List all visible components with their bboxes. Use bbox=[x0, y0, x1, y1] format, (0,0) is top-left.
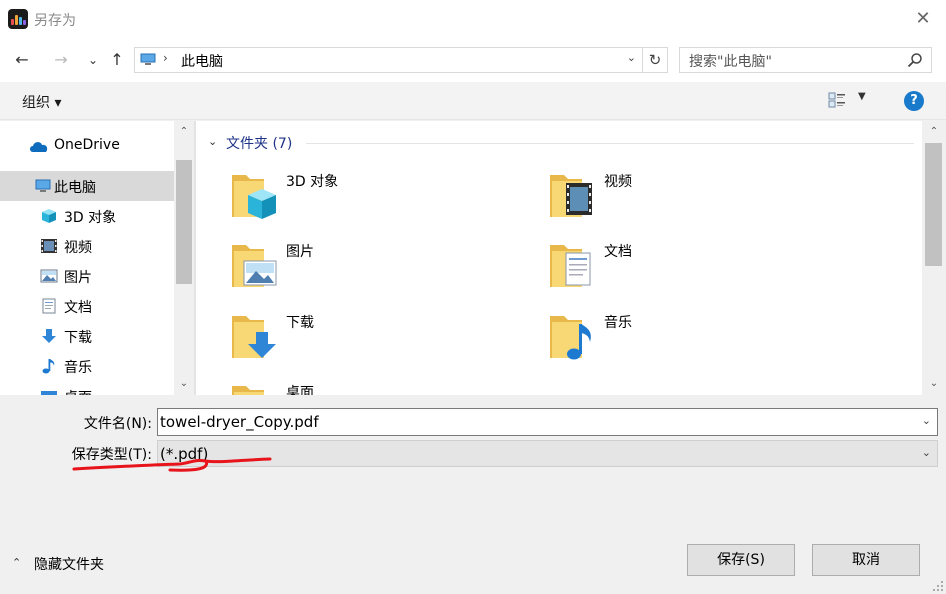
music-icon bbox=[42, 359, 55, 374]
documents-icon bbox=[42, 298, 56, 314]
file-list-scroll-up-icon[interactable]: ⌃ bbox=[924, 123, 944, 141]
up-button[interactable]: ↑ bbox=[106, 49, 128, 71]
recent-locations-button[interactable]: ⌄ bbox=[82, 49, 104, 71]
desktop-icon bbox=[41, 391, 57, 395]
file-list-scrollbar-thumb[interactable] bbox=[925, 143, 942, 266]
address-chevron[interactable]: › bbox=[163, 51, 168, 65]
save-options-panel: 文件名(N): towel-dryer_Copy.pdf ⌄ 保存类型(T): … bbox=[0, 395, 946, 594]
folder-item-label: 文档 bbox=[604, 244, 632, 260]
file-list: ⌄ 文件夹 (7) 3D 对象 视频 图片 文档 下载 音乐 桌面 bbox=[196, 121, 922, 395]
file-list-scroll-down-icon[interactable]: ⌄ bbox=[924, 375, 944, 393]
sidebar-scroll-down-icon[interactable]: ⌄ bbox=[174, 375, 194, 393]
folder-item-documents[interactable]: 文档 bbox=[548, 239, 808, 301]
3d-objects-folder-icon bbox=[232, 175, 276, 219]
documents-folder-icon bbox=[550, 245, 591, 287]
address-dropdown-icon[interactable]: ⌄ bbox=[627, 51, 636, 64]
sidebar-item-this-pc[interactable]: 此电脑 bbox=[0, 171, 174, 201]
red-underline-annotation bbox=[72, 457, 272, 472]
folder-item-label: 音乐 bbox=[604, 315, 632, 331]
videos-folder-icon bbox=[550, 175, 592, 217]
forward-button[interactable]: → bbox=[50, 49, 72, 71]
group-header-folders[interactable]: 文件夹 (7) bbox=[226, 133, 292, 153]
sidebar-item-pictures[interactable]: 图片 bbox=[0, 261, 174, 291]
sidebar-item-onedrive[interactable]: OneDrive bbox=[0, 131, 174, 161]
this-pc-icon bbox=[140, 53, 156, 65]
hide-folders-toggle[interactable]: 隐藏文件夹 bbox=[34, 554, 104, 574]
filename-dropdown-icon[interactable]: ⌄ bbox=[922, 414, 931, 427]
pictures-folder-icon bbox=[232, 245, 277, 287]
folder-item-label: 下载 bbox=[286, 315, 314, 331]
change-view-icon[interactable] bbox=[828, 92, 846, 108]
sidebar-scrollbar-thumb[interactable] bbox=[176, 160, 192, 284]
resize-grip-icon[interactable] bbox=[932, 580, 944, 592]
sidebar-item-label: 下载 bbox=[64, 330, 92, 346]
sidebar-item-label: 图片 bbox=[64, 270, 92, 286]
sidebar-item-label: 3D 对象 bbox=[64, 210, 117, 226]
search-placeholder: 搜索"此电脑" bbox=[689, 54, 772, 70]
window-title: 另存为 bbox=[34, 13, 76, 29]
save-button[interactable]: 保存(S) bbox=[687, 544, 795, 576]
downloads-folder-icon bbox=[232, 316, 276, 358]
audio-waveform-app-icon bbox=[8, 9, 28, 29]
3d-objects-icon bbox=[42, 209, 56, 223]
group-collapse-chevron-icon[interactable]: ⌄ bbox=[208, 135, 217, 148]
pictures-icon bbox=[40, 269, 58, 283]
onedrive-cloud-icon bbox=[30, 142, 48, 152]
command-toolbar: 组织 ▾ ▼ ? bbox=[0, 82, 946, 120]
group-header-divider bbox=[306, 143, 914, 144]
folder-item-label: 桌面 bbox=[286, 385, 314, 395]
organize-menu[interactable]: 组织 ▾ bbox=[22, 92, 61, 112]
folder-item-label: 图片 bbox=[286, 244, 314, 260]
close-button[interactable]: ✕ bbox=[906, 4, 940, 34]
videos-icon bbox=[41, 239, 57, 253]
sidebar-item-label: 桌面 bbox=[64, 387, 92, 395]
view-dropdown-icon[interactable]: ▼ bbox=[858, 91, 866, 102]
sidebar-item-desktop[interactable]: 桌面 bbox=[0, 381, 174, 395]
filename-value[interactable]: towel-dryer_Copy.pdf bbox=[160, 413, 319, 431]
folder-item-videos[interactable]: 视频 bbox=[548, 169, 808, 231]
folder-item-music[interactable]: 音乐 bbox=[548, 310, 808, 372]
back-button[interactable]: ← bbox=[11, 49, 33, 71]
sidebar-scroll-up-icon[interactable]: ⌃ bbox=[174, 123, 194, 141]
sidebar-item-label: 此电脑 bbox=[54, 180, 96, 196]
sidebar-item-videos[interactable]: 视频 bbox=[0, 231, 174, 261]
refresh-button[interactable]: ↻ bbox=[643, 47, 668, 73]
filename-field[interactable]: towel-dryer_Copy.pdf ⌄ bbox=[157, 408, 938, 436]
folder-item-label: 视频 bbox=[604, 174, 632, 190]
navigation-bar: ← → ⌄ ↑ › 此电脑 ⌄ ↻ 搜索"此电脑" bbox=[0, 38, 946, 82]
folder-item-pictures[interactable]: 图片 bbox=[230, 239, 490, 301]
address-bar[interactable]: › 此电脑 ⌄ bbox=[134, 47, 643, 73]
navigation-pane: OneDrive 此电脑 3D 对象 视频 图片 文档 下载 音乐 bbox=[0, 121, 174, 395]
hide-folders-chevron-icon[interactable]: ⌃ bbox=[12, 556, 21, 569]
desktop-folder-icon bbox=[232, 386, 264, 395]
cancel-button[interactable]: 取消 bbox=[812, 544, 920, 576]
sidebar-item-label: 视频 bbox=[64, 240, 92, 256]
title-bar: 另存为 ✕ bbox=[0, 0, 946, 38]
address-text[interactable]: 此电脑 bbox=[181, 51, 223, 71]
sidebar-item-label: 文档 bbox=[64, 300, 92, 316]
sidebar-item-label: 音乐 bbox=[64, 360, 92, 376]
folder-item-label: 3D 对象 bbox=[286, 174, 339, 190]
sidebar-item-music[interactable]: 音乐 bbox=[0, 351, 174, 381]
filename-label: 文件名(N): bbox=[83, 416, 152, 432]
sidebar-item-downloads[interactable]: 下载 bbox=[0, 321, 174, 351]
help-button[interactable]: ? bbox=[904, 91, 924, 111]
downloads-icon bbox=[42, 329, 56, 343]
search-icon[interactable] bbox=[907, 52, 923, 68]
folder-item-downloads[interactable]: 下载 bbox=[230, 310, 490, 372]
sidebar-item-label: OneDrive bbox=[54, 137, 120, 153]
sidebar-item-3d-objects[interactable]: 3D 对象 bbox=[0, 201, 174, 231]
folder-item-desktop[interactable]: 桌面 bbox=[230, 380, 490, 395]
search-input[interactable]: 搜索"此电脑" bbox=[679, 47, 932, 73]
folder-item-3d-objects[interactable]: 3D 对象 bbox=[230, 169, 490, 231]
music-folder-icon bbox=[550, 316, 591, 360]
this-pc-icon bbox=[35, 179, 51, 192]
filetype-dropdown-icon[interactable]: ⌄ bbox=[922, 446, 931, 459]
sidebar-item-documents[interactable]: 文档 bbox=[0, 291, 174, 321]
